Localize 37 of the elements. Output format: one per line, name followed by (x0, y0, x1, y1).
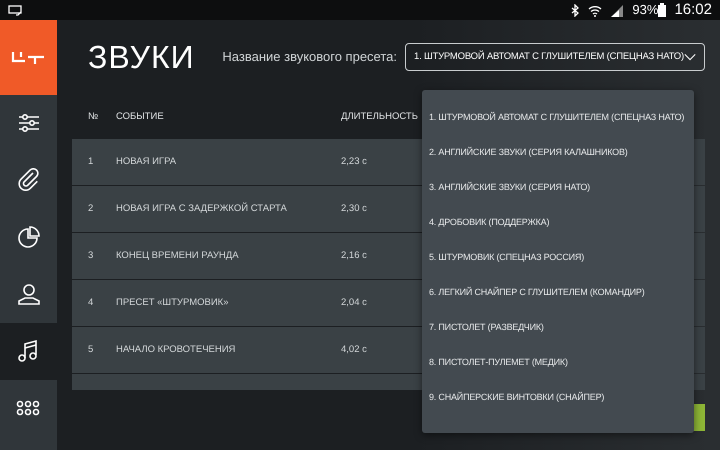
table-cell-text: НОВАЯ ИГРА С ЗАДЕРЖКОЙ СТАРТА (116, 202, 288, 216)
sidebar-item[interactable] (0, 323, 57, 380)
page-title: ЗВУКИ (88, 38, 195, 78)
table-cell-text: 5 (88, 343, 94, 358)
signal-icon (610, 4, 624, 16)
pie-chart-icon (16, 224, 42, 250)
battery-percentage: 93% (632, 1, 658, 20)
preset-select[interactable]: 1. ШТУРМОВОЙ АВТОМАТ С ГЛУШИТЕЛЕМ (СПЕЦНАЗ НАТО) (405, 43, 705, 72)
table-cell-text: 3 (88, 249, 94, 264)
table-cell: 4,02 с (341, 343, 367, 358)
column-header: СОБЫТИЕ (116, 110, 165, 124)
notification-icon (8, 4, 22, 16)
dropdown-option[interactable]: 9. СНАЙПЕРСКИЕ ВИНТОВКИ (СНАЙПЕР) (422, 380, 694, 415)
battery-icon (658, 3, 666, 17)
table-cell-text: 1 (88, 155, 94, 170)
column-header: ДЛИТЕЛЬНОСТЬ (341, 110, 418, 124)
logo-mark-icon (10, 50, 46, 64)
table-cell-text: КОНЕЦ ВРЕМЕНИ РАУНДА (116, 249, 240, 264)
clock-time: 16:02 (674, 0, 712, 20)
table-cell-text: 4 (88, 296, 94, 310)
chevron-down-icon (684, 53, 696, 62)
table-cell-text: ПРЕСЕТ «ШТУРМОВИК» (116, 296, 230, 310)
table-cell: 2,23 с (341, 155, 367, 170)
table-cell: 2,16 с (341, 249, 367, 264)
wifi-icon (588, 4, 602, 16)
table-cell: 2,04 с (341, 296, 367, 310)
person-icon (16, 282, 42, 308)
table-cell-text: НОВАЯ ИГРА (116, 155, 178, 170)
table-cell-text: НАЧАЛО КРОВОТЕЧЕНИЯ (116, 343, 236, 358)
table-cell: 2,30 с (341, 202, 367, 216)
table-cell-text: 2 (88, 202, 94, 216)
column-header: № (88, 110, 100, 124)
bluetooth-icon (571, 4, 580, 16)
dropdown-option[interactable]: 5. ШТУРМОВИК (СПЕЦНАЗ РОССИЯ) (422, 240, 694, 275)
preset-label: Название звукового пресета: (222, 48, 397, 66)
paperclip-icon (16, 168, 42, 194)
dropdown-option[interactable]: 1. ШТУРМОВОЙ АВТОМАТ С ГЛУШИТЕЛЕМ (СПЕЦНАЗ НАТО) (422, 100, 694, 135)
